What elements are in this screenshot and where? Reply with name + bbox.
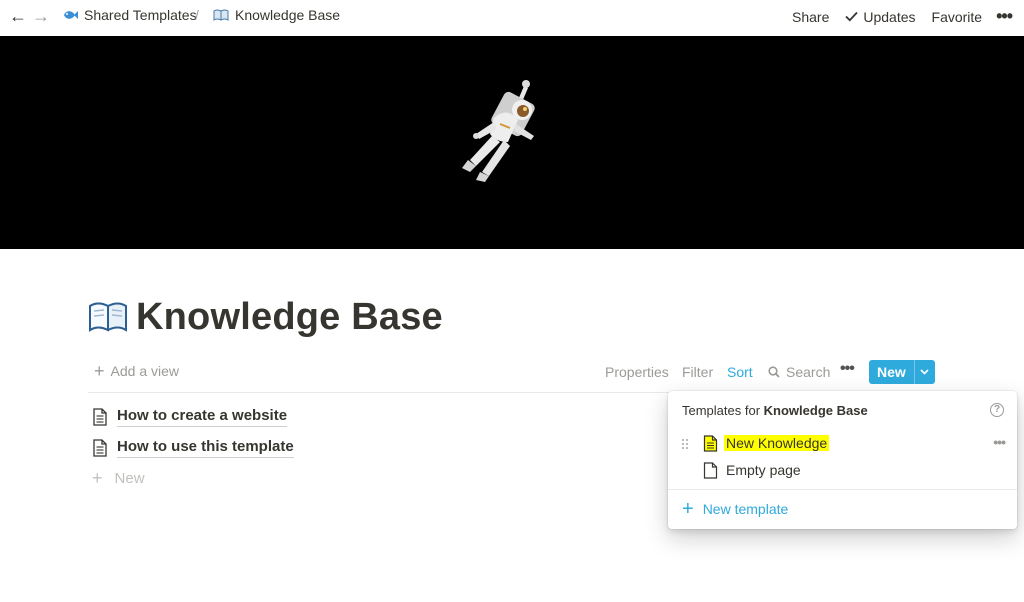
divider — [668, 489, 1017, 490]
template-label[interactable]: Empty page — [726, 462, 801, 478]
plus-icon: + — [682, 498, 694, 520]
top-bar: ← → Shared Templates / Knowledge Base Sh… — [0, 0, 1024, 36]
forward-arrow-icon[interactable]: → — [31, 6, 51, 26]
breadcrumb-separator: / — [195, 7, 199, 23]
properties-button[interactable]: Properties — [605, 364, 669, 380]
favorite-button[interactable]: Favorite — [932, 9, 983, 25]
list-item-title[interactable]: How to use this template — [117, 437, 294, 458]
templates-popup: Templates for Knowledge Base ? New Knowl… — [668, 391, 1017, 529]
document-icon — [703, 435, 718, 452]
new-template-label: New template — [702, 501, 789, 517]
drag-handle-icon[interactable] — [681, 438, 691, 450]
new-row-button[interactable]: + New — [92, 468, 145, 489]
updates-label: Updates — [863, 8, 916, 25]
document-icon — [93, 438, 107, 457]
breadcrumb-label: Knowledge Base — [235, 7, 341, 23]
list-item-title[interactable]: How to create a website — [117, 406, 288, 427]
plus-icon: + — [92, 468, 103, 488]
more-options-icon[interactable]: ••• — [996, 6, 1013, 27]
list-item[interactable]: How to create a website — [92, 406, 288, 427]
open-book-icon[interactable] — [88, 300, 128, 334]
list-item[interactable]: How to use this template — [92, 437, 294, 458]
share-button[interactable]: Share — [792, 9, 829, 25]
database-view-bar: + Add a view Properties Filter Sort Sear… — [88, 358, 936, 393]
astronaut-image — [462, 80, 535, 182]
breadcrumb-shared-templates[interactable]: Shared Templates — [62, 7, 197, 23]
search-icon — [768, 366, 780, 378]
add-view-button[interactable]: + Add a view — [94, 361, 179, 381]
new-row-label: New — [114, 470, 145, 487]
template-item[interactable]: Empty page — [668, 458, 1017, 484]
top-actions: Share Updates Favorite ••• — [776, 6, 1013, 27]
template-item[interactable]: New Knowledge ••• — [668, 431, 1017, 457]
search-button[interactable]: Search — [768, 364, 830, 380]
help-icon[interactable]: ? — [990, 403, 1004, 417]
empty-page-icon — [703, 462, 718, 479]
breadcrumb-knowledge-base[interactable]: Knowledge Base — [213, 7, 340, 23]
add-view-label: Add a view — [110, 363, 179, 379]
chevron-down-icon[interactable] — [915, 360, 935, 384]
sort-button[interactable]: Sort — [727, 364, 753, 380]
page-title[interactable]: Knowledge Base — [136, 296, 443, 339]
filter-button[interactable]: Filter — [682, 364, 713, 380]
open-book-icon — [213, 9, 229, 21]
popup-heading: Templates for Knowledge Base — [682, 403, 868, 418]
fish-icon — [64, 11, 78, 19]
breadcrumb-label: Shared Templates — [84, 7, 197, 23]
checkmark-icon — [845, 11, 859, 22]
plus-icon: + — [94, 361, 105, 381]
new-button-label[interactable]: New — [869, 360, 915, 384]
new-template-button[interactable]: + New template — [682, 498, 789, 520]
search-label: Search — [786, 364, 831, 380]
template-label[interactable]: New Knowledge — [724, 435, 830, 451]
template-more-icon[interactable]: ••• — [993, 434, 1006, 450]
back-arrow-icon[interactable]: ← — [8, 6, 28, 26]
updates-button[interactable]: Updates — [845, 8, 916, 25]
cover-image — [0, 36, 1024, 249]
new-button[interactable]: New — [869, 360, 935, 384]
popup-heading-prefix: Templates for — [682, 403, 764, 418]
document-icon — [93, 407, 107, 426]
view-more-icon[interactable]: ••• — [840, 360, 855, 378]
popup-heading-db: Knowledge Base — [763, 403, 868, 418]
